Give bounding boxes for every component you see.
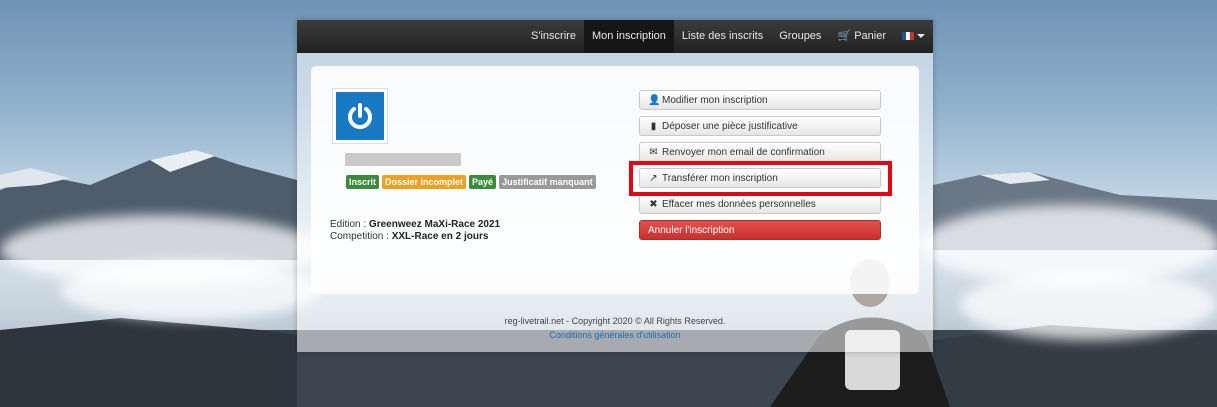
file-icon: ▮ <box>650 120 657 132</box>
resend-email-button[interactable]: ✉ Renvoyer mon email de confirmation <box>639 142 881 162</box>
resend-email-label: Renvoyer mon email de confirmation <box>662 146 825 158</box>
nav-panier-label: Panier <box>854 30 886 42</box>
competition-label: Competition : <box>330 231 392 242</box>
badge-inscrit: Inscrit <box>346 175 380 189</box>
page-footer: reg-livetrail.net - Copyright 2020 © All… <box>297 314 933 342</box>
competition-value: XXL-Race en 2 jours <box>391 231 489 242</box>
badge-justificatif-manquant: Justificatif manquant <box>499 175 596 189</box>
edition-value: Greenweez MaXi-Race 2021 <box>368 219 501 230</box>
registration-panel: Inscrit Dossier incomplet Payé Justifica… <box>311 66 919 294</box>
cloud <box>960 270 1217 340</box>
chevron-down-icon <box>917 34 925 39</box>
cancel-registration-button[interactable]: Annuler l'inscription <box>639 220 881 240</box>
nav-groupes[interactable]: Groupes <box>771 20 829 53</box>
page-background: S'inscrire Mon inscription Liste des ins… <box>0 0 1217 407</box>
edition-info: Edition : Greenweez MaXi-Race 2021 Compe… <box>330 219 500 243</box>
badge-dossier-incomplet: Dossier incomplet <box>382 175 467 189</box>
power-icon <box>336 92 384 140</box>
main-card: S'inscrire Mon inscription Liste des ins… <box>297 20 933 352</box>
transfer-registration-label: Transférer mon inscription <box>662 172 778 184</box>
nav-liste-des-inscrits[interactable]: Liste des inscrits <box>674 20 771 53</box>
flag-fr-icon <box>902 32 914 41</box>
copyright-text: reg-livetrail.net - Copyright 2020 © All… <box>504 316 726 326</box>
share-icon: ↗ <box>649 172 658 184</box>
cart-icon: 🛒 <box>837 30 852 42</box>
erase-personal-data-button[interactable]: ✖ Effacer mes données personnelles <box>639 194 881 214</box>
user-remove-icon: ✖ <box>649 198 658 210</box>
nav-mon-inscription[interactable]: Mon inscription <box>583 20 674 53</box>
cloud <box>60 260 320 320</box>
modify-registration-button[interactable]: 👤 Modifier mon inscription <box>639 90 881 110</box>
competition-line: Competition : XXL-Race en 2 jours <box>330 231 500 243</box>
edition-label: Edition : <box>330 219 369 230</box>
status-badges: Inscrit Dossier incomplet Payé Justifica… <box>346 175 596 189</box>
participant-name-redacted <box>345 153 461 166</box>
user-edit-icon: 👤 <box>648 94 661 106</box>
upload-document-label: Déposer une pièce justificative <box>662 120 798 132</box>
nav-sinscrire[interactable]: S'inscrire <box>523 20 584 53</box>
edition-line: Edition : Greenweez MaXi-Race 2021 <box>330 219 500 231</box>
nav-panier[interactable]: 🛒 Panier <box>829 20 894 53</box>
modify-registration-label: Modifier mon inscription <box>662 94 768 106</box>
action-buttons: 👤 Modifier mon inscription ▮ Déposer une… <box>639 90 881 246</box>
transfer-registration-button[interactable]: ↗ Transférer mon inscription <box>639 168 881 188</box>
event-logo <box>332 88 388 144</box>
terms-link[interactable]: Conditions générales d'utilisation <box>549 330 680 340</box>
envelope-icon: ✉ <box>649 146 658 158</box>
language-dropdown[interactable] <box>894 20 933 53</box>
erase-personal-data-label: Effacer mes données personnelles <box>662 198 816 210</box>
upload-document-button[interactable]: ▮ Déposer une pièce justificative <box>639 116 881 136</box>
top-navbar: S'inscrire Mon inscription Liste des ins… <box>297 20 933 53</box>
badge-paye: Payé <box>469 175 497 189</box>
